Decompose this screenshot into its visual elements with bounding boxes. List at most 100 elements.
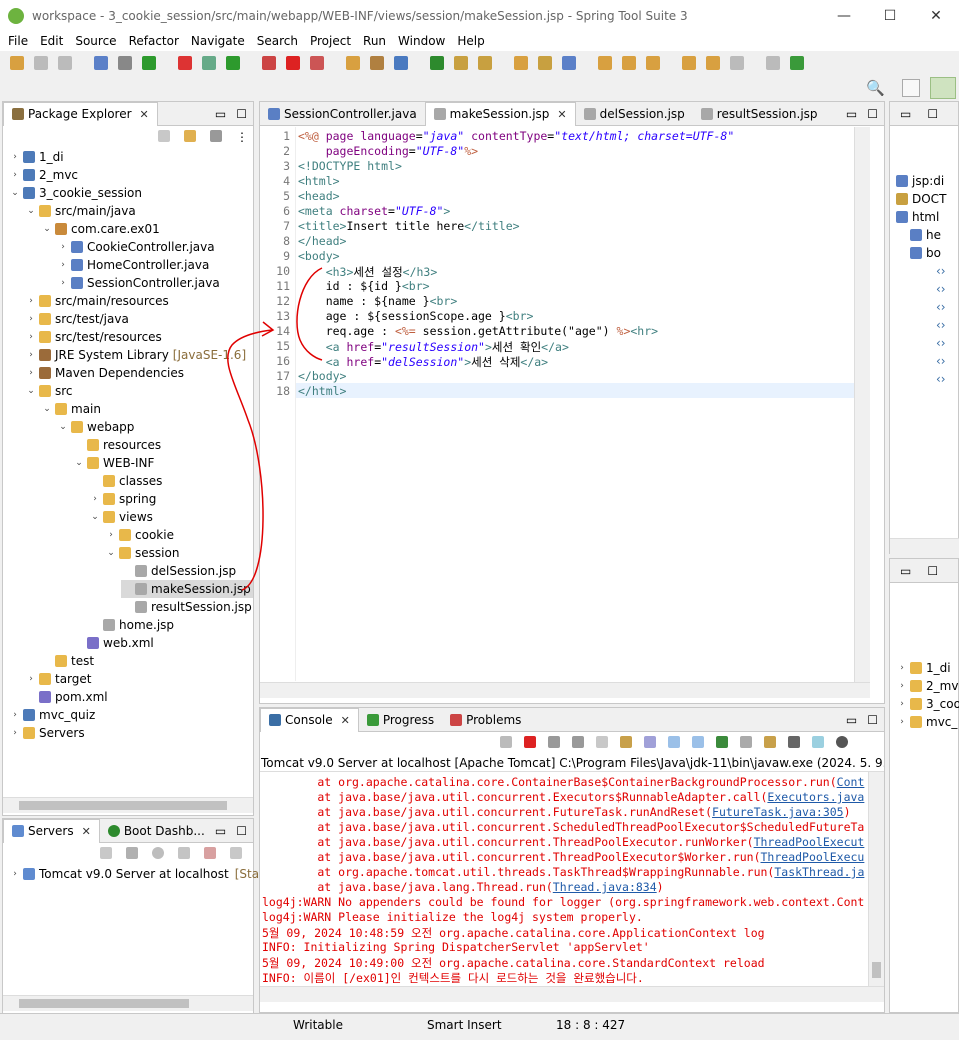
folder-icon [910, 698, 922, 710]
spring-project-label: 3_coo [926, 697, 959, 711]
console-line: log4j:WARN No appenders could be found f… [262, 895, 864, 910]
terminate-icon[interactable] [524, 736, 536, 748]
outline-item[interactable]: DOCT [896, 190, 946, 208]
console-text: at java.base/java.util.concurrent.Thread… [262, 850, 761, 864]
spring-project-label: mvc_ [926, 715, 958, 729]
outline-tree: jsp:di DOCT html he bo ‹› ‹› ‹› ‹› ‹› ‹› ‹› [896, 172, 959, 492]
console-line: at java.base/java.util.concurrent.Thread… [262, 835, 864, 850]
outline-child-item[interactable]: ‹› [936, 316, 946, 334]
remove-all-icon[interactable] [572, 736, 584, 748]
console-tabbar: Console ✕ Progress Problems ▭ ☐ [260, 707, 884, 732]
console-line: INFO: Initializing Spring DispatcherServ… [262, 940, 650, 955]
settings-icon[interactable] [836, 736, 848, 748]
console-output[interactable]: at org.apache.catalina.core.ContainerBas… [260, 772, 868, 986]
spring-project-item[interactable]: › mvc_ [896, 713, 957, 731]
expand-icon[interactable]: › [896, 717, 908, 727]
console-line: 5월 09, 2024 10:49:00 오전 org.apache.catal… [262, 955, 765, 970]
restart-icon[interactable] [500, 736, 512, 748]
horizontal-scrollbar[interactable] [260, 986, 884, 1002]
spring-project-item[interactable]: › 1_di [896, 659, 951, 677]
console-text: at org.apache.catalina.core.ContainerBas… [262, 775, 837, 789]
outline-item-label: html [912, 210, 940, 224]
tab-progress[interactable]: Progress [359, 708, 442, 732]
console-line: at java.base/java.util.concurrent.Execut… [262, 790, 864, 805]
outline-item-label: he [926, 228, 941, 242]
console-text: log4j:WARN Please initialize the log4j s… [262, 910, 643, 924]
expand-icon[interactable]: › [896, 699, 908, 709]
outline-child-item[interactable]: ‹› [936, 298, 946, 316]
highlight-icon[interactable] [812, 736, 824, 748]
expand-icon[interactable]: › [896, 663, 908, 673]
outline-child-item[interactable]: ‹› [936, 280, 946, 298]
console-text: at org.apache.tomcat.util.threads.TaskTh… [262, 865, 775, 879]
outline-item[interactable]: jsp:di [896, 172, 944, 190]
outline-item[interactable]: he [910, 226, 941, 244]
display-console-icon[interactable] [740, 736, 752, 748]
stacktrace-link[interactable]: Executors.java [767, 790, 864, 804]
outline-item[interactable]: html [896, 208, 939, 226]
word-wrap-icon[interactable] [644, 736, 656, 748]
tag-icon [896, 211, 908, 223]
minimize-view-icon[interactable]: ▭ [900, 564, 911, 578]
spring-project-item[interactable]: › 3_coo [896, 695, 959, 713]
status-writable: Writable [293, 1018, 343, 1032]
horizontal-scrollbar[interactable] [890, 538, 959, 554]
tab-problems[interactable]: Problems [442, 708, 529, 732]
outline-child-item[interactable]: ‹› [936, 370, 946, 388]
console-text: log4j:WARN No appenders could be found f… [262, 895, 865, 909]
stacktrace-link[interactable]: TaskThread.ja [774, 865, 864, 879]
outline-child-item[interactable]: ‹› [936, 262, 946, 280]
close-icon[interactable]: ✕ [341, 714, 350, 727]
pin-console-icon[interactable] [716, 736, 728, 748]
spring-project-label: 1_di [926, 661, 951, 675]
console-toolbar [500, 736, 852, 748]
expand-icon[interactable]: › [896, 681, 908, 691]
stacktrace-link[interactable]: Thread.java:834 [553, 880, 657, 894]
outline-item-label: jsp:di [912, 174, 945, 188]
remove-launch-icon[interactable] [548, 736, 560, 748]
maximize-view-icon[interactable]: ☐ [927, 107, 938, 121]
minimize-view-icon[interactable]: ▭ [846, 713, 857, 727]
copy-icon[interactable] [788, 736, 800, 748]
console-line: at org.apache.catalina.core.ContainerBas… [262, 775, 864, 790]
console-line: 5월 09, 2024 10:48:59 오전 org.apache.catal… [262, 925, 765, 940]
console-text-tail: ) [843, 805, 851, 819]
tab-problems-label: Problems [466, 712, 522, 727]
console-text: at java.base/java.util.concurrent.Schedu… [262, 820, 865, 834]
console-panel: Console ✕ Progress Problems ▭ ☐ Tomcat v… [259, 707, 885, 1013]
show-stdout-icon[interactable] [668, 736, 680, 748]
clear-console-icon[interactable] [596, 736, 608, 748]
spring-explorer-tabbar: ▭ ☐ [890, 559, 958, 583]
open-console-icon[interactable] [764, 736, 776, 748]
folder-icon [910, 716, 922, 728]
tab-progress-label: Progress [382, 712, 435, 727]
stacktrace-link[interactable]: ThreadPoolExecut [754, 835, 865, 849]
spring-project-item[interactable]: › 2_mv [896, 677, 958, 695]
vertical-scrollbar[interactable] [868, 772, 884, 986]
maximize-view-icon[interactable]: ☐ [867, 713, 878, 727]
stacktrace-link[interactable]: Cont [837, 775, 865, 789]
status-insert-mode: Smart Insert [427, 1018, 502, 1032]
outline-item-label: bo [926, 246, 941, 260]
tag-icon [910, 247, 922, 259]
maximize-view-icon[interactable]: ☐ [927, 564, 938, 578]
minimize-view-icon[interactable]: ▭ [900, 107, 911, 121]
outline-item-label: DOCT [912, 192, 947, 206]
scroll-lock-icon[interactable] [620, 736, 632, 748]
console-text: at java.base/java.lang.Thread.run( [262, 880, 553, 894]
tag-icon [896, 193, 908, 205]
scrollbar-thumb[interactable] [872, 962, 881, 978]
stacktrace-link[interactable]: ThreadPoolExecu [761, 850, 865, 864]
outline-tabbar: ▭ ☐ [890, 102, 958, 126]
console-text: 5월 09, 2024 10:49:00 오전 org.apache.catal… [262, 956, 765, 970]
tab-console[interactable]: Console ✕ [260, 707, 359, 732]
outline-child-item[interactable]: ‹› [936, 352, 946, 370]
outline-item[interactable]: bo [910, 244, 941, 262]
outline-child-item[interactable]: ‹› [936, 334, 946, 352]
show-stderr-icon[interactable] [692, 736, 704, 748]
console-line: at java.base/java.util.concurrent.Future… [262, 805, 851, 820]
console-line: INFO: 이름이 [/ex01]인 컨텍스트를 다시 로드하는 것을 완료했습… [262, 970, 644, 985]
stacktrace-link[interactable]: FutureTask.java:305 [712, 805, 844, 819]
tab-console-label: Console [285, 713, 333, 727]
folder-icon [910, 662, 922, 674]
